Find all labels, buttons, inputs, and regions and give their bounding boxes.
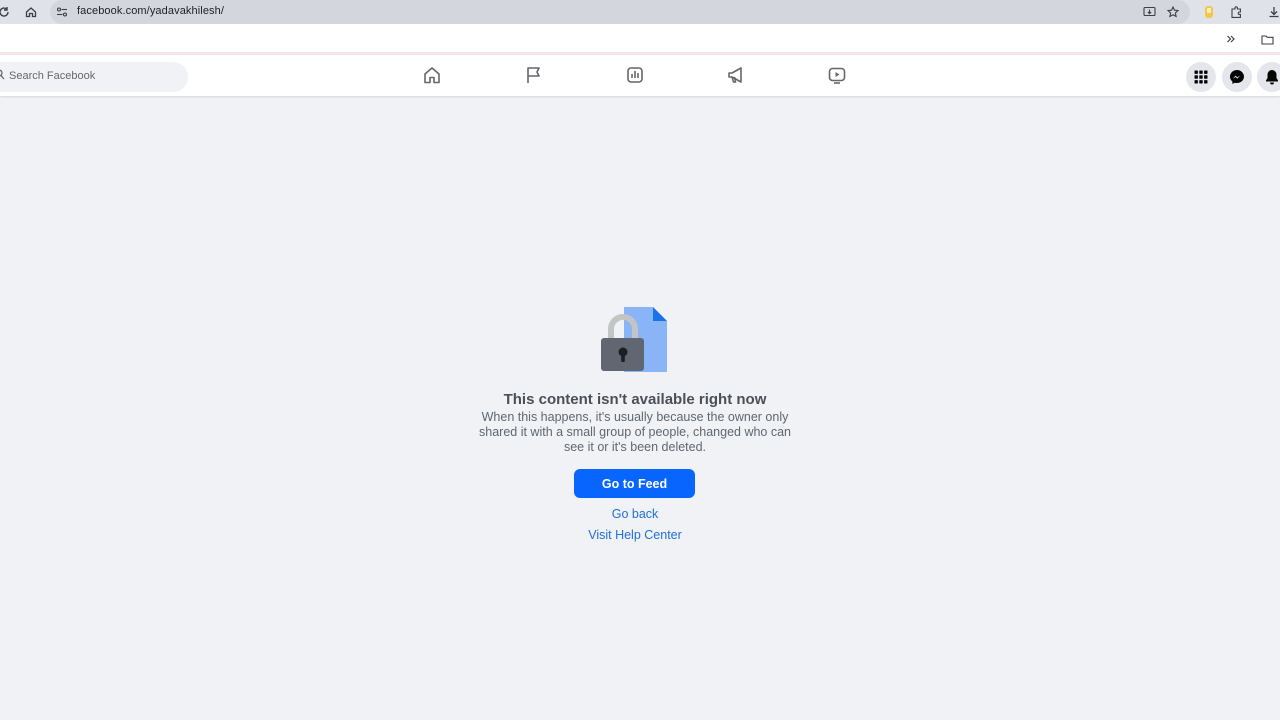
pages-flag-icon[interactable] [524,65,544,85]
ads-megaphone-icon[interactable] [726,65,746,85]
bookmark-bar [0,24,1280,52]
bookmark-star-icon[interactable] [1165,4,1181,20]
bookmark-folder-icon[interactable] [1259,31,1275,47]
reload-icon[interactable] [0,4,12,20]
search-placeholder: Search Facebook [9,70,96,82]
messenger-button[interactable] [1222,62,1252,92]
browser-toolbar: facebook.com/yadavakhilesh/ [0,0,1280,24]
go-to-feed-button[interactable]: Go to Feed [574,469,695,498]
video-icon[interactable] [827,65,847,85]
menu-grid-icon [1194,70,1208,84]
more-bookmarks-icon[interactable] [1223,31,1239,47]
site-info-icon[interactable] [54,4,70,20]
puzzle-icon[interactable] [1228,4,1244,20]
notifications-bell-icon [1266,70,1278,85]
url-text[interactable]: facebook.com/yadavakhilesh/ [77,5,224,17]
locked-content-icon [601,307,667,372]
install-app-icon[interactable] [1141,4,1157,20]
messenger-icon [1230,70,1244,84]
go-back-link[interactable]: Go back [535,507,735,521]
home-icon[interactable] [422,65,442,85]
download-icon[interactable] [1266,4,1280,20]
dashboard-icon[interactable] [625,65,645,85]
facebook-header: Search Facebook [0,52,1280,96]
page-title: This content isn't available right now [503,391,767,408]
home-icon[interactable] [23,4,39,20]
error-description: When this happens, it's usually because … [479,410,791,454]
menu-grid-button[interactable] [1186,62,1216,92]
search-icon [0,69,5,80]
extension-icon[interactable] [1201,4,1217,20]
notifications-button[interactable] [1257,62,1280,92]
help-center-link[interactable]: Visit Help Center [535,528,735,542]
